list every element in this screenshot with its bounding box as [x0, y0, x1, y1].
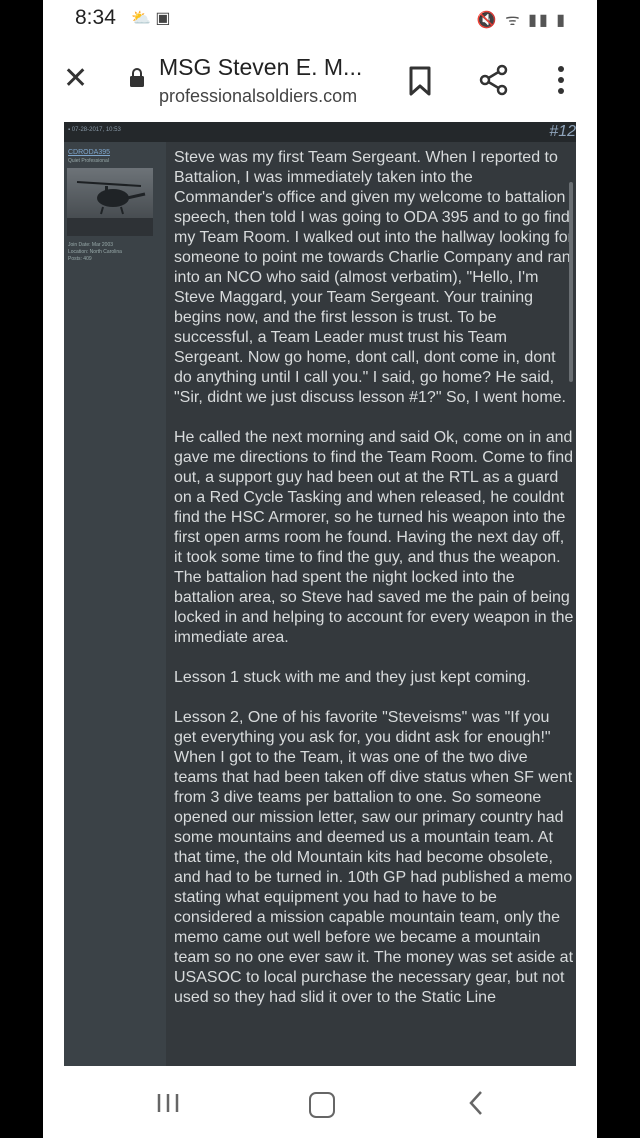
back-icon[interactable] — [467, 1090, 485, 1116]
page-title[interactable]: MSG Steven E. M... — [159, 54, 362, 81]
browser-toolbar: ✕ MSG Steven E. M... professionalsoldier… — [43, 40, 597, 120]
user-location: Location: North Carolina — [68, 249, 122, 255]
page-url[interactable]: professionalsoldiers.com — [159, 86, 357, 107]
post-paragraph: Lesson 2, One of his favorite "Steveisms… — [174, 709, 574, 1006]
phone-screen: 8:34 ⛅ ▣ 🔇 ᯤ ▮▮ ▮ ✕ MSG Steven E. M... p… — [43, 0, 597, 1138]
system-status-icons: 🔇 ᯤ ▮▮ ▮ — [476, 12, 567, 29]
notification-icons: ⛅ ▣ — [131, 10, 171, 27]
clock: 8:34 — [75, 6, 116, 29]
close-icon[interactable]: ✕ — [63, 64, 88, 94]
post-number-link[interactable]: #12 — [549, 123, 576, 141]
user-info-panel: CDRODA395 Quiet Professional Join Date: … — [64, 142, 166, 1066]
more-options-icon[interactable] — [551, 64, 571, 96]
forum-post: ▪ 07-28-2017, 10:53 #12 CDRODA395 Quiet … — [64, 122, 576, 1066]
post-paragraph: He called the next morning and said Ok, … — [174, 429, 574, 646]
post-paragraph: Lesson 1 stuck with me and they just kep… — [174, 669, 531, 686]
user-title: Quiet Professional — [68, 158, 109, 164]
post-count: Posts: 409 — [68, 256, 92, 262]
status-bar: 8:34 ⛅ ▣ 🔇 ᯤ ▮▮ ▮ — [43, 0, 597, 40]
username-link[interactable]: CDRODA395 — [68, 149, 110, 156]
post-header: ▪ 07-28-2017, 10:53 #12 — [64, 122, 576, 142]
join-date: Join Date: Mar 2003 — [68, 242, 114, 248]
lock-icon — [130, 68, 144, 87]
recent-apps-icon[interactable] — [155, 1092, 181, 1114]
post-paragraph: Steve was my first Team Sergeant. When I… — [174, 149, 574, 406]
user-avatar[interactable] — [67, 168, 153, 236]
scrollbar[interactable] — [569, 182, 573, 382]
post-date: ▪ 07-28-2017, 10:53 — [68, 127, 121, 133]
bookmark-icon[interactable] — [407, 66, 433, 96]
home-icon[interactable] — [309, 1092, 335, 1118]
system-navigation-bar — [43, 1066, 597, 1138]
post-body: Steve was my first Team Sergeant. When I… — [174, 148, 574, 1028]
share-icon[interactable] — [479, 64, 509, 96]
